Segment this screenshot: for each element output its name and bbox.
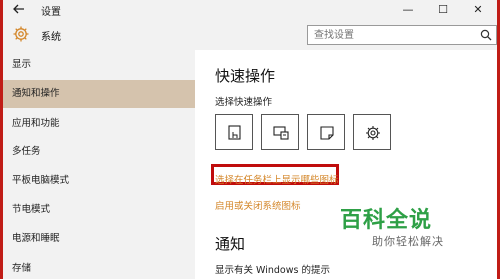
sidebar-item-multitasking[interactable]: 多任务: [3, 138, 195, 166]
watermark-subtitle: 助你轻松解决: [372, 235, 444, 248]
sidebar-item-notifications[interactable]: 通知和操作: [3, 80, 195, 108]
title-bar: 设置 — ☐ ✕: [3, 0, 497, 20]
gear-icon: [13, 26, 29, 42]
page-title: 快速操作: [215, 67, 276, 85]
sidebar-item-tablet-mode[interactable]: 平板电脑模式: [3, 167, 195, 195]
system-icons-link[interactable]: 启用或关闭系统图标: [215, 198, 301, 212]
search-box[interactable]: [307, 25, 497, 45]
back-button[interactable]: [12, 2, 26, 16]
notifications-heading: 通知: [215, 235, 246, 253]
settings-gear-icon: [366, 126, 380, 140]
taskbar-icons-link[interactable]: 选择在任务栏上显示哪些图标: [215, 172, 339, 186]
quick-action-tile-settings[interactable]: [353, 114, 391, 150]
minimize-button[interactable]: —: [393, 0, 423, 20]
notifications-option-tips: 显示有关 Windows 的提示: [215, 265, 330, 276]
search-icon[interactable]: [480, 29, 492, 41]
section-title: 系统: [41, 32, 61, 43]
quick-actions-subtitle: 选择快速操作: [215, 97, 273, 108]
sidebar-item-display[interactable]: 显示: [3, 51, 195, 79]
arrow-left-icon: [13, 4, 24, 14]
project-icon: [273, 126, 289, 140]
sidebar-item-battery-saver[interactable]: 节电模式: [3, 196, 195, 224]
quick-action-tile-note[interactable]: [307, 114, 345, 150]
settings-window: 设置 — ☐ ✕ 系统 显示 通知和操作 应用和功能 多任务 平板电脑模式 节电: [0, 0, 500, 279]
tablet-mode-icon: [228, 125, 241, 140]
main-content: 快速操作 选择快速操作 选择在任务栏上显示哪些图标 启用或关闭系统图标 通知 显…: [195, 50, 497, 279]
maximize-button[interactable]: ☐: [428, 0, 458, 20]
sidebar-item-power-sleep[interactable]: 电源和睡眠: [3, 225, 195, 253]
header-bar: 系统: [3, 20, 497, 50]
note-icon: [320, 126, 334, 140]
sidebar-item-apps[interactable]: 应用和功能: [3, 110, 195, 138]
search-input[interactable]: [314, 29, 474, 41]
sidebar: 显示 通知和操作 应用和功能 多任务 平板电脑模式 节电模式 电源和睡眠 存储: [3, 50, 195, 279]
sidebar-item-storage[interactable]: 存储: [3, 255, 195, 279]
quick-action-tile-tablet[interactable]: [215, 114, 253, 150]
watermark-title: 百科全说: [340, 208, 433, 233]
quick-action-tile-project[interactable]: [261, 114, 299, 150]
window-title: 设置: [41, 7, 61, 18]
close-button[interactable]: ✕: [463, 0, 493, 20]
